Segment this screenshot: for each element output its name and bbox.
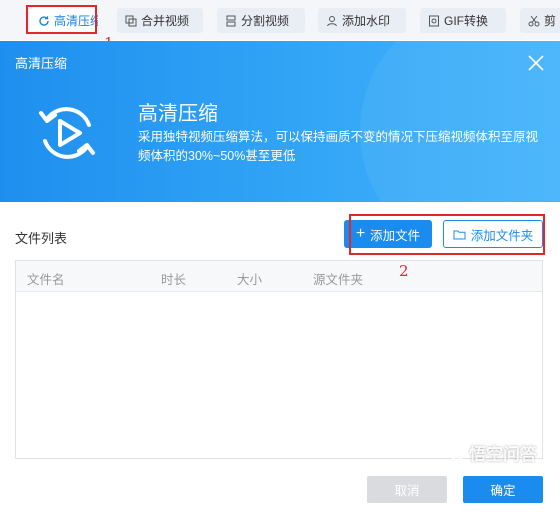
col-source-folder: 源文件夹: [313, 273, 364, 287]
file-list-label: 文件列表: [15, 231, 68, 246]
tool-gif-convert[interactable]: GIF转换: [420, 8, 506, 33]
tool-label: 高清压缩: [54, 14, 98, 28]
refresh-icon: [38, 15, 50, 27]
tool-label: 合并视频: [141, 14, 190, 28]
add-file-label: 添加文件: [370, 228, 421, 243]
tool-add-watermark[interactable]: 添加水印: [318, 8, 406, 33]
add-folder-button[interactable]: 添加文件夹: [443, 220, 543, 248]
tool-cut[interactable]: 剪: [520, 8, 560, 33]
dialog-title: 高清压缩: [15, 56, 68, 71]
tool-label: 添加水印: [342, 14, 391, 28]
table-header: 文件名 时长 大小 源文件夹: [16, 261, 542, 292]
folder-icon: [453, 229, 466, 240]
cancel-button[interactable]: 取消: [367, 476, 447, 503]
merge-icon: [125, 15, 137, 27]
add-folder-label: 添加文件夹: [470, 228, 534, 243]
tool-hd-compress[interactable]: 高清压缩: [30, 8, 98, 33]
scissors-icon: [528, 15, 540, 27]
close-button[interactable]: [527, 54, 545, 72]
hero-title: 高清压缩: [138, 103, 218, 125]
gif-icon: [428, 15, 440, 27]
annotation-number-2: 2: [399, 262, 409, 280]
plus-icon: +: [355, 225, 366, 242]
ok-button[interactable]: 确定: [463, 476, 543, 503]
split-icon: [225, 15, 237, 27]
tool-label: 分割视频: [241, 14, 290, 28]
dialog-banner: 高清压缩 高清压缩 采用独特视频压缩算法，可以保持画质不变的情况下压缩视频体积至…: [0, 41, 560, 202]
tool-merge-video[interactable]: 合并视频: [117, 8, 203, 33]
tool-label: 剪: [544, 14, 557, 28]
watermark-icon: [326, 15, 338, 27]
tool-label: GIF转换: [444, 14, 488, 28]
col-size: 大小: [237, 273, 263, 287]
file-table: 文件名 时长 大小 源文件夹: [15, 260, 543, 459]
col-duration: 时长: [161, 273, 187, 287]
compress-play-icon: [33, 99, 101, 167]
tool-split-video[interactable]: 分割视频: [217, 8, 305, 33]
top-toolbar: 高清压缩 合并视频 分割视频 添加水印 GIF转换 剪: [0, 0, 560, 40]
hd-compress-dialog: 高清压缩 高清压缩 采用独特视频压缩算法，可以保持画质不变的情况下压缩视频体积至…: [0, 41, 560, 516]
hero-description: 采用独特视频压缩算法，可以保持画质不变的情况下压缩视频体积至原视频体积的30%~…: [138, 130, 539, 163]
close-icon: [528, 55, 544, 71]
add-file-button[interactable]: + 添加文件: [344, 220, 432, 248]
col-filename: 文件名: [27, 273, 65, 287]
